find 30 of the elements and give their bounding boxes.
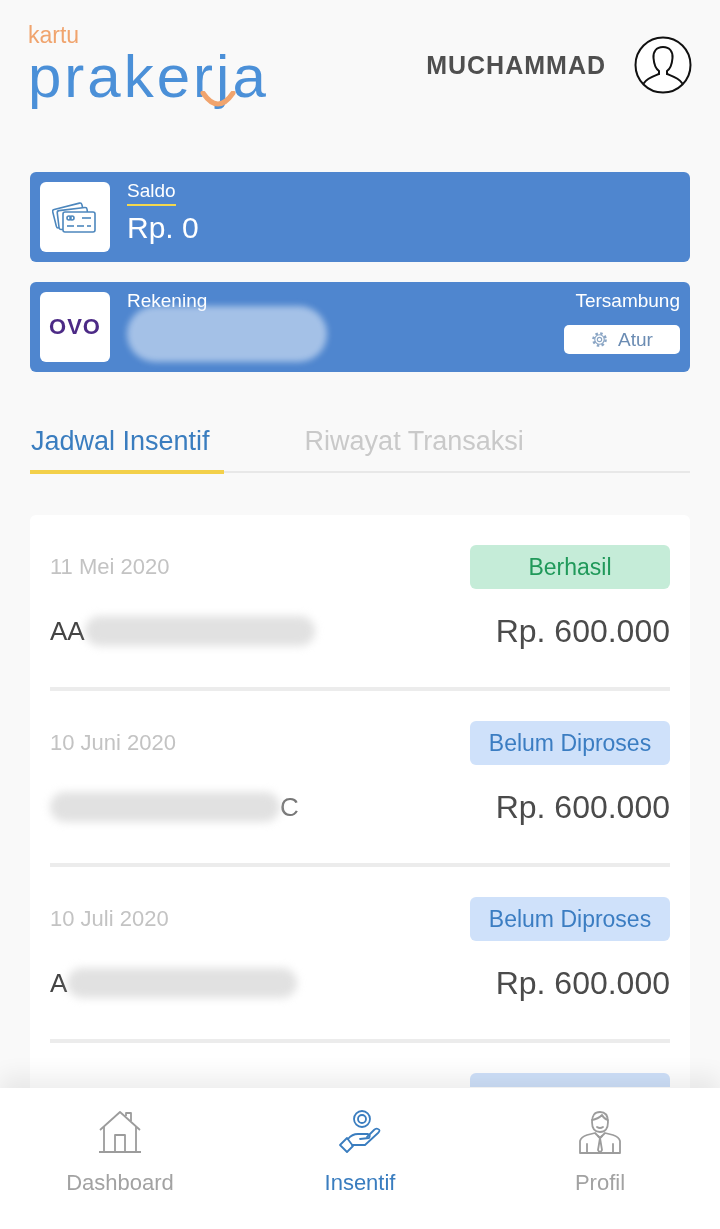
reference-code: AA bbox=[50, 615, 85, 647]
house-icon bbox=[98, 1110, 142, 1154]
status-badge: Belum Diproses bbox=[470, 721, 670, 765]
schedule-date: 11 Mei 2020 bbox=[50, 554, 170, 580]
user-name: MUCHAMMAD bbox=[426, 50, 606, 80]
reference-code: C bbox=[280, 791, 299, 823]
reference-code: A bbox=[50, 967, 68, 999]
account-label: Rekening bbox=[127, 290, 208, 312]
gear-icon bbox=[591, 331, 609, 348]
avatar-icon[interactable] bbox=[634, 36, 692, 94]
nav-item[interactable]: Profil bbox=[480, 1088, 720, 1229]
status-badge: Berhasil bbox=[470, 545, 670, 589]
schedule-date: 10 Juli 2020 bbox=[50, 906, 169, 932]
nav-item[interactable]: Dashboard bbox=[0, 1088, 240, 1229]
balance-label: Saldo bbox=[127, 180, 176, 206]
incentive-amount: Rp. 600.000 bbox=[495, 788, 670, 826]
nav-item[interactable]: Insentif bbox=[240, 1088, 480, 1229]
incentive-amount: Rp. 600.000 bbox=[495, 964, 670, 1002]
tab[interactable]: Jadwal Insentif bbox=[30, 420, 224, 474]
incentive-amount: Rp. 600.000 bbox=[495, 612, 670, 650]
wallet-logo-text: OVO bbox=[49, 314, 101, 340]
person-icon bbox=[578, 1110, 622, 1154]
connection-status: Tersambung bbox=[575, 290, 680, 312]
balance-amount: Rp. 0 bbox=[127, 210, 199, 246]
logo: kartu prakerja bbox=[28, 23, 268, 107]
credit-cards-icon bbox=[52, 199, 98, 235]
schedule-date: 10 Juni 2020 bbox=[50, 730, 176, 756]
status-badge: Belum Diproses bbox=[470, 897, 670, 941]
hand-coin-icon bbox=[338, 1110, 382, 1154]
settings-button[interactable]: Atur bbox=[564, 325, 680, 354]
